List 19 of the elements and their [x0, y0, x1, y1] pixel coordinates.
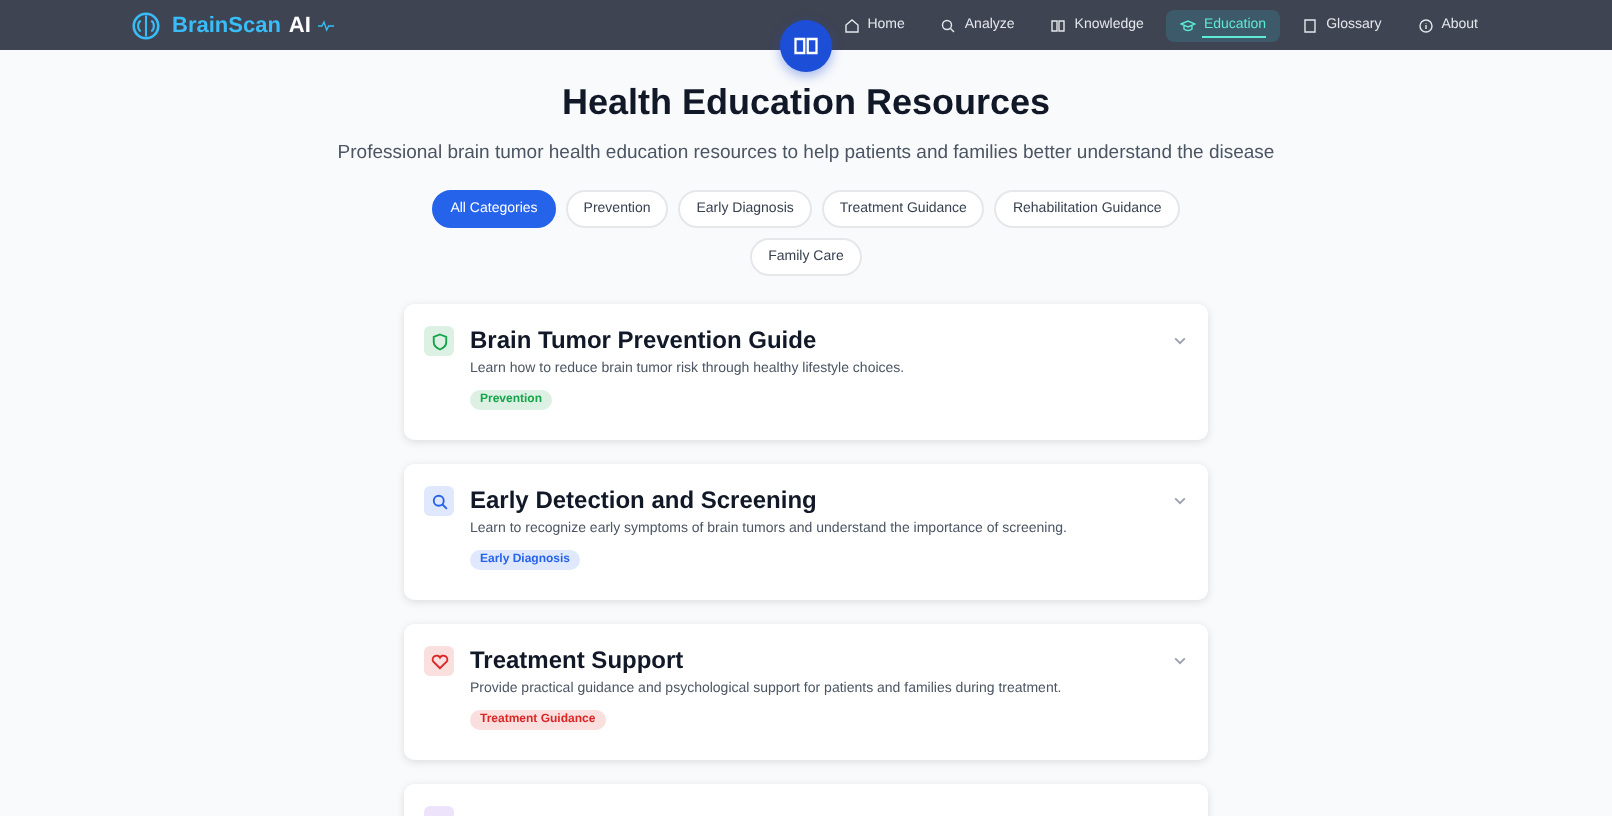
pulse-icon [318, 19, 335, 31]
document-icon [1302, 17, 1319, 33]
card-title: Early Detection and Screening [470, 484, 817, 516]
book-icon [780, 20, 832, 72]
chevron-icon[interactable] [1172, 492, 1188, 508]
chevron-icon[interactable] [1172, 652, 1188, 668]
info-icon [1417, 17, 1434, 33]
brain-icon[interactable] [132, 11, 160, 39]
search-icon [940, 17, 957, 33]
brand-name: BrainScan [172, 13, 281, 37]
book-icon [1050, 17, 1067, 33]
page-title: Health Education Resources [561, 82, 1051, 124]
brand-suffix: AI [288, 13, 311, 37]
page-subtitle: Professional brain tumor health education resources to help patients and families better understand the disease [337, 142, 1275, 164]
graduation-cap-icon [1179, 17, 1196, 33]
card-title: Brain Tumor Prevention Guide [470, 324, 817, 356]
card-title: Treatment Support [470, 644, 684, 676]
chevron-icon[interactable] [1172, 332, 1188, 348]
home-icon [843, 17, 860, 33]
